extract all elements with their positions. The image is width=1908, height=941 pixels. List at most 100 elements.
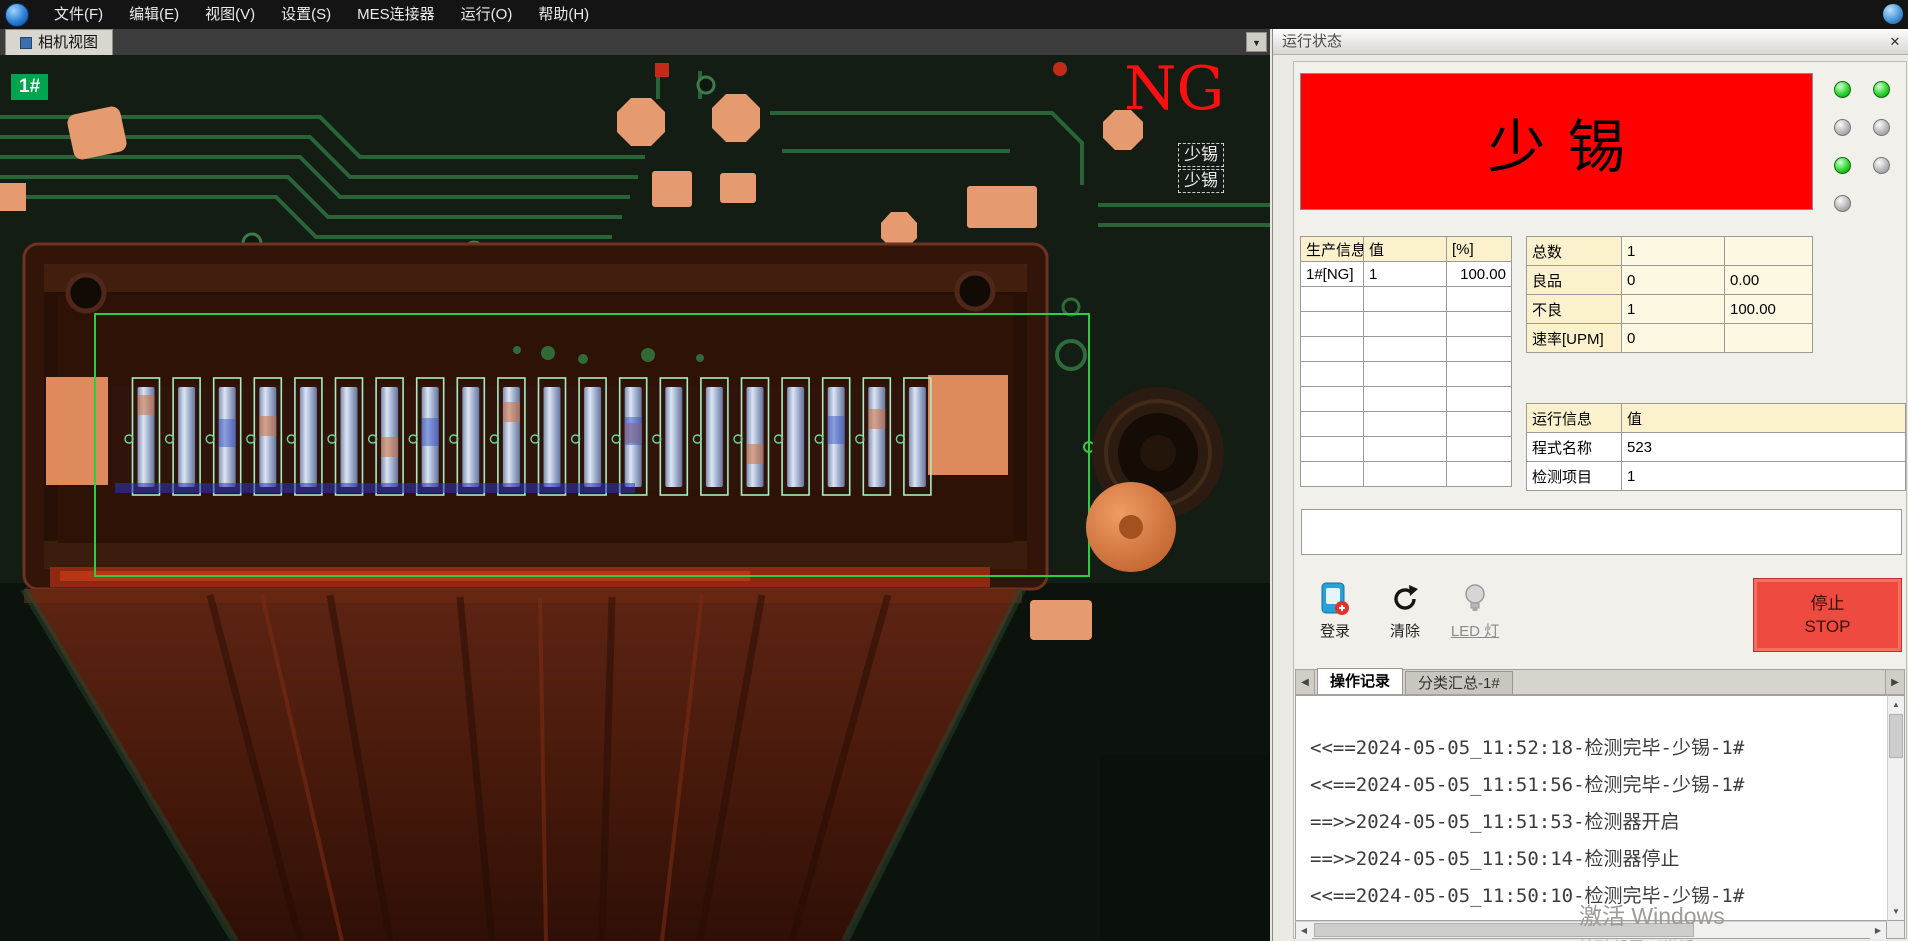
menu-edit[interactable]: 编辑(E): [116, 0, 192, 29]
status-indicator-on: [1873, 81, 1890, 98]
menu-view[interactable]: 视图(V): [192, 0, 268, 29]
status-indicator-off: [1834, 119, 1851, 136]
table-cell: [1301, 387, 1364, 412]
table-cell: [1301, 337, 1364, 362]
vertical-scrollbar-thumb[interactable]: [1889, 714, 1903, 758]
log-tab-strip: ◀ 操作记录 分类汇总-1# ▶: [1295, 669, 1905, 695]
log-line: <<==2024-05-05_11:51:56-检测完毕-少锡-1#: [1310, 767, 1887, 804]
table-cell: [1447, 412, 1512, 437]
indicator-column-left: [1834, 81, 1851, 212]
scroll-left-icon[interactable]: ◀: [1296, 922, 1312, 939]
table-cell: [1447, 312, 1512, 337]
panel-title: 运行状态: [1282, 33, 1342, 50]
table-cell: 0.00: [1725, 266, 1813, 295]
table-row: 运行信息值: [1527, 404, 1906, 433]
table-cell: 523: [1622, 433, 1906, 462]
camera-tab-label: 相机视图: [38, 30, 98, 55]
table-cell: 速率[UPM]: [1527, 324, 1622, 353]
table-cell: [1301, 462, 1364, 487]
table-cell: [1447, 462, 1512, 487]
table-cell: [1725, 324, 1813, 353]
table-cell: 良品: [1527, 266, 1622, 295]
table-row: [1301, 287, 1512, 312]
stop-label-en: STOP: [1805, 615, 1851, 638]
scrollbar-corner: [1887, 921, 1905, 939]
tab-camera-view[interactable]: 相机视图: [5, 29, 113, 55]
table-cell: [1447, 437, 1512, 462]
stats-table: 总数1良品00.00不良1100.00速率[UPM]0: [1526, 236, 1813, 353]
scroll-up-icon[interactable]: ▲: [1888, 696, 1904, 713]
table-cell: [1364, 437, 1447, 462]
log-vertical-scrollbar[interactable]: ▲ ▼: [1887, 695, 1905, 921]
menu-run[interactable]: 运行(O): [448, 0, 526, 29]
table-row: [1301, 387, 1512, 412]
led-light-button[interactable]: LED 灯: [1444, 578, 1506, 641]
table-cell: [1364, 287, 1447, 312]
clear-button[interactable]: 清除: [1374, 578, 1436, 641]
menu-mes-connector[interactable]: MES连接器: [344, 0, 448, 29]
login-label: 登录: [1320, 620, 1350, 641]
horizontal-scrollbar-thumb[interactable]: [1314, 923, 1694, 937]
status-indicator-off: [1834, 195, 1851, 212]
table-cell: 总数: [1527, 237, 1622, 266]
table-row: 程式名称523: [1527, 433, 1906, 462]
table-cell: 1: [1622, 462, 1906, 491]
login-icon: [1318, 578, 1352, 620]
close-icon[interactable]: ✕: [1885, 32, 1905, 52]
table-cell: [1301, 412, 1364, 437]
indicator-column-right: [1873, 81, 1890, 174]
table-row: 检测项目1: [1527, 462, 1906, 491]
log-area: <<==2024-05-05_11:52:18-检测完毕-少锡-1#<<==20…: [1295, 695, 1887, 921]
table-cell: 1: [1364, 262, 1447, 287]
runinfo-table: 运行信息值程式名称523检测项目1: [1526, 403, 1906, 491]
table-row: [1301, 462, 1512, 487]
table-cell: [1301, 362, 1364, 387]
scroll-right-icon[interactable]: ▶: [1870, 922, 1886, 939]
status-indicator-on: [1834, 157, 1851, 174]
menu-settings[interactable]: 设置(S): [268, 0, 344, 29]
table-cell: [1364, 462, 1447, 487]
station-badge: 1#: [11, 74, 48, 100]
table-cell: [1447, 287, 1512, 312]
scroll-down-icon[interactable]: ▼: [1888, 903, 1904, 920]
tab-operation-log[interactable]: 操作记录: [1317, 668, 1403, 694]
login-button[interactable]: 登录: [1304, 578, 1366, 641]
tab-scroll-left-icon[interactable]: ◀: [1296, 670, 1315, 694]
table-cell: 100.00: [1725, 295, 1813, 324]
menu-file[interactable]: 文件(F): [41, 0, 116, 29]
table-row: 1#[NG]1100.00: [1301, 262, 1512, 287]
tab-classification-summary[interactable]: 分类汇总-1#: [1405, 671, 1513, 694]
table-cell: 1: [1622, 295, 1725, 324]
status-indicator-off: [1873, 157, 1890, 174]
table-cell: 值: [1622, 404, 1906, 433]
table-cell: 不良: [1527, 295, 1622, 324]
menu-help[interactable]: 帮助(H): [525, 0, 602, 29]
defect-banner: 少锡: [1300, 73, 1813, 210]
table-cell: 值: [1364, 237, 1447, 262]
table-cell: [1447, 362, 1512, 387]
table-row: 总数1: [1527, 237, 1813, 266]
table-row: [1301, 412, 1512, 437]
table-row: 良品00.00: [1527, 266, 1813, 295]
log-list: <<==2024-05-05_11:52:18-检测完毕-少锡-1#<<==20…: [1296, 696, 1887, 915]
table-row: 不良1100.00: [1527, 295, 1813, 324]
log-horizontal-scrollbar[interactable]: ◀ ▶: [1295, 921, 1887, 939]
table-cell: [1364, 312, 1447, 337]
stop-button[interactable]: 停止 STOP: [1753, 578, 1902, 652]
table-cell: 1#[NG]: [1301, 262, 1364, 287]
chevron-down-icon[interactable]: ▼: [1246, 32, 1267, 52]
table-cell: [%]: [1447, 237, 1512, 262]
table-cell: [1301, 287, 1364, 312]
led-label: LED 灯: [1451, 620, 1499, 641]
table-row: 生产信息值[%]: [1301, 237, 1512, 262]
log-line: <<==2024-05-05_11:52:18-检测完毕-少锡-1#: [1310, 730, 1887, 767]
app-logo-icon: [5, 3, 29, 27]
table-cell: 0: [1622, 324, 1725, 353]
table-row: [1301, 337, 1512, 362]
defect-tag-group: 少锡 少锡: [1178, 143, 1224, 195]
tab-scroll-right-icon[interactable]: ▶: [1885, 670, 1904, 694]
defect-tag: 少锡: [1178, 169, 1224, 193]
log-line: <<==2024-05-05_11:50:10-检测完毕-少锡-1#: [1310, 878, 1887, 915]
app-tray-icon[interactable]: [1883, 4, 1903, 24]
message-box[interactable]: [1301, 509, 1902, 555]
